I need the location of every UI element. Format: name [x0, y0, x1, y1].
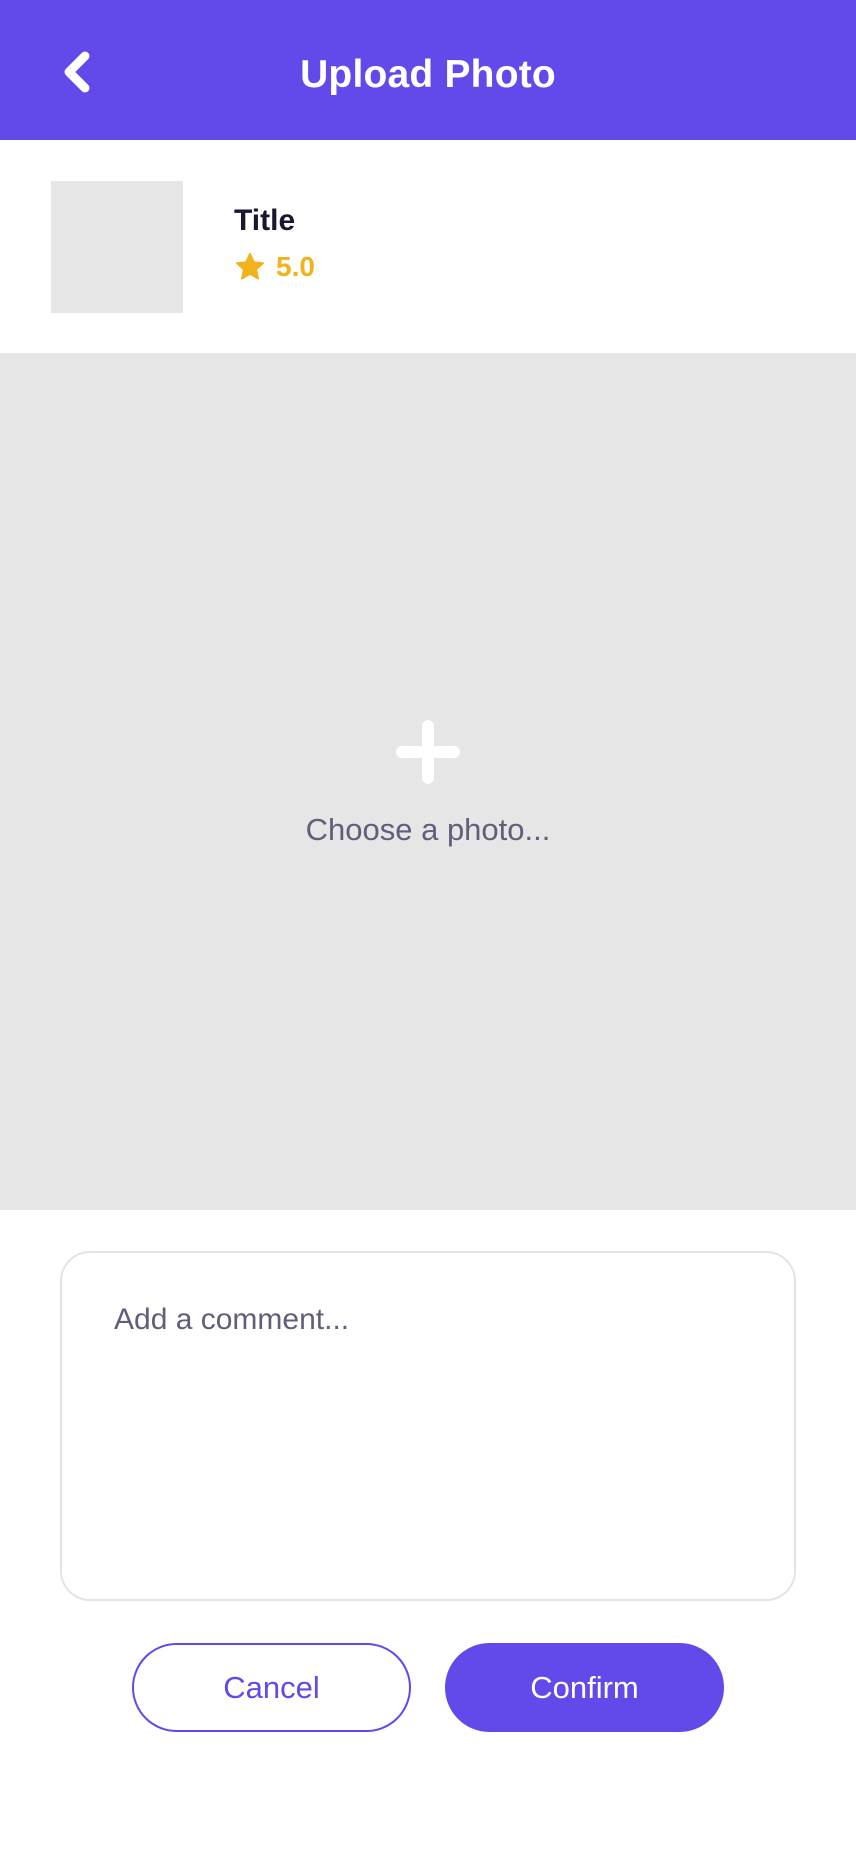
item-summary: Title 5.0: [0, 140, 856, 353]
app-header: Upload Photo: [0, 0, 856, 140]
chevron-left-icon: [64, 51, 90, 93]
confirm-button[interactable]: Confirm: [445, 1643, 724, 1732]
comment-input[interactable]: [114, 1303, 742, 1549]
comment-field-container: [60, 1251, 796, 1601]
item-title: Title: [234, 204, 296, 237]
star-icon: [236, 252, 264, 279]
upload-photo-screen: Upload Photo Title 5.0 Choose a photo...…: [0, 0, 856, 1852]
back-button[interactable]: [44, 34, 108, 110]
rating-value: 5.0: [276, 251, 315, 282]
plus-icon: [396, 720, 460, 784]
choose-photo-label: Choose a photo...: [305, 812, 551, 847]
page-title: Upload Photo: [300, 53, 556, 96]
item-rating: 5.0: [234, 251, 315, 283]
item-thumbnail: [51, 181, 183, 313]
cancel-button[interactable]: Cancel: [132, 1643, 411, 1732]
